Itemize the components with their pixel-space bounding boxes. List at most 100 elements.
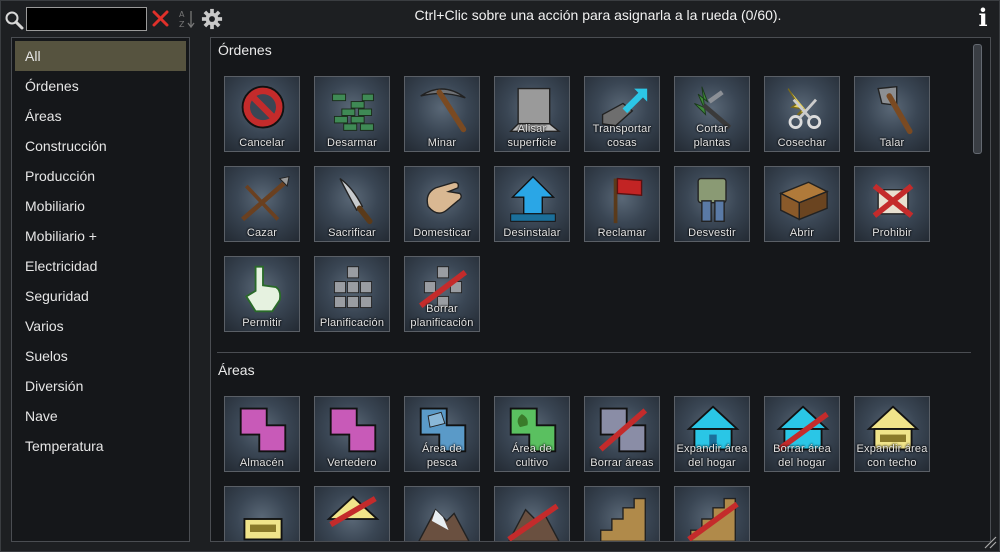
mountain-icon: [418, 508, 470, 541]
action-button-forbid[interactable]: Prohibir: [854, 166, 930, 242]
action-button-mountain-delete[interactable]: [494, 486, 570, 541]
section-title: Órdenes: [218, 42, 272, 58]
sidebar-item-nave[interactable]: Nave: [15, 401, 186, 431]
action-button-smooth[interactable]: Alisar superficie: [494, 76, 570, 152]
action-button-mountain[interactable]: [404, 486, 480, 541]
roof-ignore-icon: [326, 495, 380, 527]
architect-window: A Z Ctrl+Clic sobre una acción para asig…: [0, 0, 1000, 552]
svg-text:Z: Z: [179, 20, 185, 29]
sidebar-item-suelos[interactable]: Suelos: [15, 341, 186, 371]
sidebar-item-all[interactable]: All: [15, 41, 186, 71]
action-label: Borrar planificación: [410, 303, 474, 329]
action-label: Expandir área del hogar: [676, 443, 748, 469]
action-label: Minar: [427, 137, 457, 149]
action-label: Borrar área del hogar: [773, 443, 831, 469]
hand-icon: [426, 181, 462, 214]
sidebar-item-electricidad[interactable]: Electricidad: [15, 251, 186, 281]
allow-icon: [244, 265, 282, 313]
action-label: Cazar: [246, 227, 278, 239]
action-button-home-cyan[interactable]: Expandir área del hogar: [674, 396, 750, 472]
info-icon[interactable]: i: [973, 5, 993, 31]
action-button-plan[interactable]: Planificación: [314, 256, 390, 332]
action-label: Sacrificar: [328, 227, 376, 239]
zone-delete-icon: [598, 407, 648, 453]
action-button-roof-ignore[interactable]: Ignorar el: [314, 486, 390, 541]
action-label: Reclamar: [597, 227, 647, 239]
category-sidebar: All Órdenes Áreas Construcción Producción Mob…: [11, 37, 190, 542]
action-button-cancel[interactable]: Cancelar: [224, 76, 300, 152]
sidebar-item-seguridad[interactable]: Seguridad: [15, 281, 186, 311]
action-label: Borrar áreas: [590, 457, 654, 469]
action-button-plan-remove[interactable]: Borrar planificación: [404, 256, 480, 332]
flag-icon: [613, 177, 643, 224]
action-button-zone-fish[interactable]: Área de pesca: [404, 396, 480, 472]
action-button-open-box[interactable]: Abrir: [764, 166, 840, 242]
action-label: Abrir: [789, 227, 815, 239]
gear-icon[interactable]: [201, 8, 223, 30]
action-button-hunt[interactable]: Cazar: [224, 166, 300, 242]
sidebar-item-áreas[interactable]: Áreas: [15, 101, 186, 131]
action-button-roof-yellow[interactable]: Expandir área con techo: [854, 396, 930, 472]
search-input[interactable]: [26, 7, 147, 31]
instructions-text: Ctrl+Clic sobre una acción para asignarl…: [414, 7, 782, 23]
harvest-icon: [787, 88, 822, 129]
action-label: Expandir área con techo: [856, 443, 928, 469]
action-button-knife[interactable]: Sacrificar: [314, 166, 390, 242]
action-button-stairs[interactable]: [584, 486, 660, 541]
section-title: Áreas: [218, 362, 255, 378]
action-label: Talar: [879, 137, 905, 149]
stairs-icon: [600, 497, 646, 541]
action-button-strip[interactable]: Desvestir: [674, 166, 750, 242]
action-button-flag[interactable]: Reclamar: [584, 166, 660, 242]
action-label: Planificación: [319, 317, 385, 329]
action-button-allow[interactable]: Permitir: [224, 256, 300, 332]
sidebar-item-temperatura[interactable]: Temperatura: [15, 431, 186, 461]
action-button-stairs-delete[interactable]: [674, 486, 750, 541]
action-button-hand[interactable]: Domesticar: [404, 166, 480, 242]
action-button-zone-pink[interactable]: Almacén: [224, 396, 300, 472]
axe-icon: [877, 85, 913, 135]
action-label: Cancelar: [239, 137, 285, 149]
sidebar-item-diversión[interactable]: Diversión: [15, 371, 186, 401]
open-box-icon: [779, 181, 829, 221]
action-label: Almacén: [239, 457, 285, 469]
action-button-uninstall[interactable]: Desinstalar: [494, 166, 570, 242]
sort-alpha-icon[interactable]: A Z: [178, 8, 196, 30]
sidebar-item-varios[interactable]: Varios: [15, 311, 186, 341]
action-label: Prohibir: [872, 227, 912, 239]
resize-handle-icon[interactable]: [981, 533, 997, 549]
action-button-deconstruct[interactable]: Desarmar: [314, 76, 390, 152]
action-button-roof-partial[interactable]: [224, 486, 300, 541]
action-button-haul[interactable]: Transportar cosas: [584, 76, 660, 152]
sidebar-item-construcción[interactable]: Construcción: [15, 131, 186, 161]
action-button-harvest[interactable]: Cosechar: [764, 76, 840, 152]
sidebar-item-mobiliario[interactable]: Mobiliario: [15, 191, 186, 221]
close-icon[interactable]: [152, 10, 169, 27]
action-label: Permitir: [242, 317, 282, 329]
sidebar-item-órdenes[interactable]: Órdenes: [15, 71, 186, 101]
action-button-home-cyan-delete[interactable]: Borrar área del hogar: [764, 396, 840, 472]
forbid-icon: [872, 183, 914, 218]
action-button-pickaxe[interactable]: Minar: [404, 76, 480, 152]
action-button-zone-pink[interactable]: Vertedero: [314, 396, 390, 472]
zone-pink-icon: [329, 407, 377, 453]
search-icon: [5, 11, 24, 30]
sidebar-item-mobiliario[interactable]: Mobiliario +: [15, 221, 186, 251]
action-button-zone-delete[interactable]: Borrar áreas: [584, 396, 660, 472]
section-divider: [217, 352, 971, 353]
action-label: Cosechar: [777, 137, 827, 149]
zone-pink-icon: [239, 407, 287, 453]
action-label: Área de cultivo: [512, 443, 552, 469]
action-label: Desvestir: [688, 227, 736, 239]
action-button-zone-grow[interactable]: Área de cultivo: [494, 396, 570, 472]
actions-panel: Órdenes Cancelar Desarmar Minar Alisar super…: [210, 37, 991, 542]
plan-icon: [333, 266, 373, 309]
action-label: Desarmar: [327, 137, 377, 149]
uninstall-icon: [510, 175, 556, 222]
sidebar-item-producción[interactable]: Producción: [15, 161, 186, 191]
action-button-axe[interactable]: Talar: [854, 76, 930, 152]
scrollbar-thumb[interactable]: [973, 44, 982, 154]
action-button-cut-plants[interactable]: Cortar plantas: [674, 76, 750, 152]
cancel-icon: [241, 85, 285, 129]
toolbar: A Z Ctrl+Clic sobre una acción para asig…: [1, 1, 1000, 35]
